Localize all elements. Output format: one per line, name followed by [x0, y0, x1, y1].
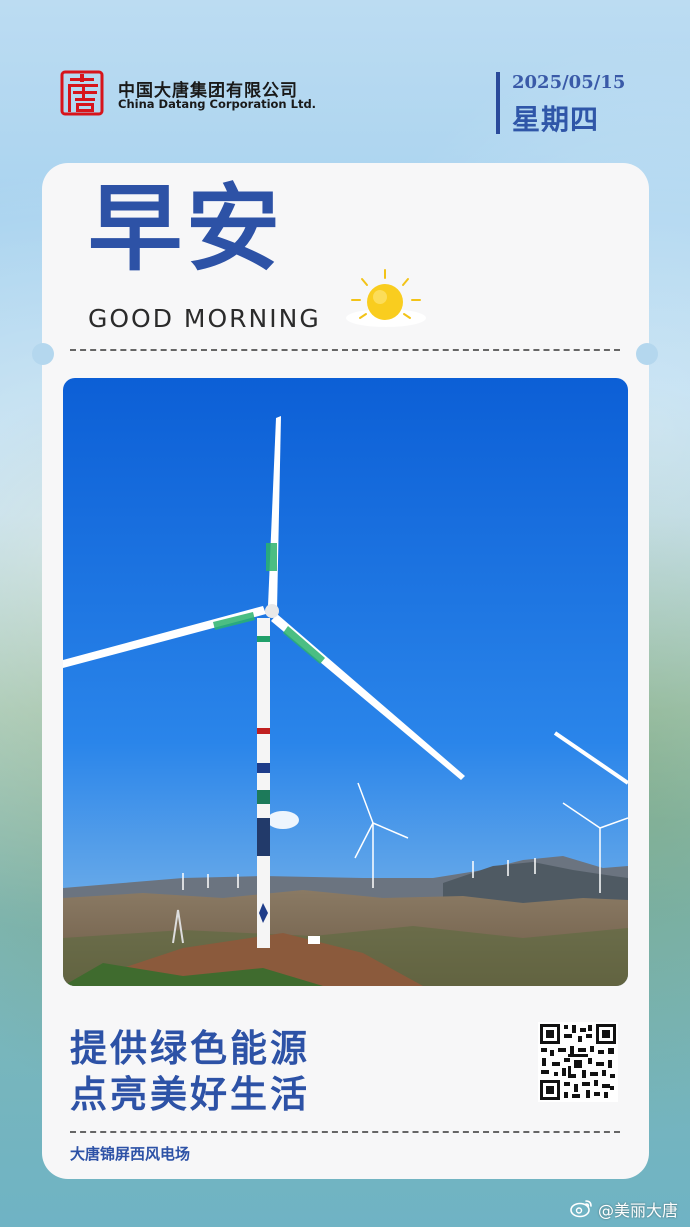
- weekday: 星期四: [512, 103, 600, 136]
- date: 2025/05/15: [512, 72, 626, 93]
- divider-bottom: [70, 1131, 620, 1133]
- slogan-line2: 点亮美好生活: [70, 1073, 310, 1116]
- site-name: 大唐锦屏西风电场: [70, 1145, 191, 1163]
- divider-top: [70, 349, 620, 351]
- greeting-subtitle: GOOD MORNING: [88, 304, 321, 333]
- company-name-en: China Datang Corporation Ltd.: [118, 97, 317, 111]
- date-divider: [496, 72, 500, 134]
- ticket-notch-left: [32, 343, 54, 365]
- wind-farm-photo: [63, 378, 628, 986]
- sun-icon: [346, 269, 426, 327]
- ticket-notch-right: [636, 343, 658, 365]
- qr-code-icon[interactable]: [538, 1022, 618, 1102]
- weibo-icon: [570, 1200, 592, 1218]
- greeting-title: 早安: [88, 175, 285, 284]
- watermark: @美丽大唐: [598, 1201, 679, 1220]
- datang-logo-icon: [60, 70, 104, 116]
